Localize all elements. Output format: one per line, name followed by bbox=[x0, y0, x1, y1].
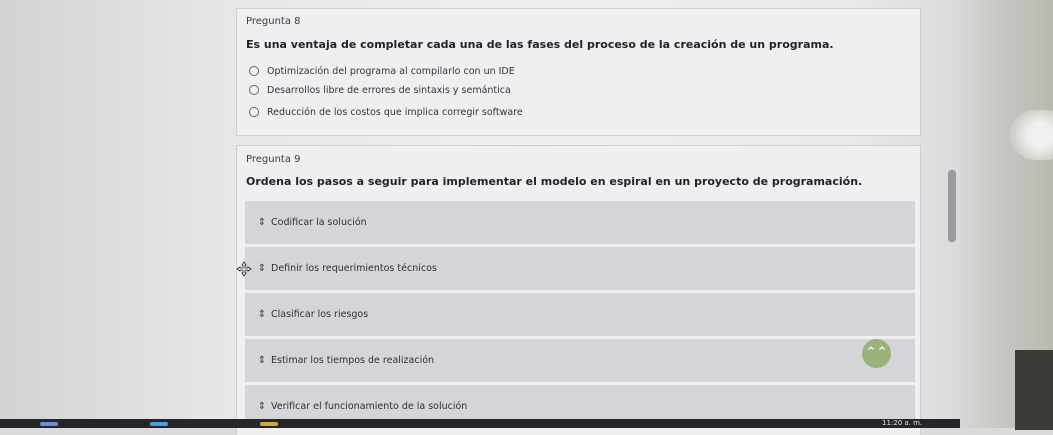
ordering-item[interactable]: ⇕ Codificar la solución bbox=[245, 201, 915, 244]
ordering-item-label: Estimar los tiempos de realización bbox=[271, 355, 435, 366]
option-1[interactable]: Optimización del programa al compilarlo … bbox=[249, 63, 515, 79]
question-number: Pregunta 8 bbox=[246, 16, 301, 27]
updown-arrows-icon: ⇕ bbox=[257, 263, 267, 274]
background-object-dark bbox=[1015, 350, 1053, 430]
radio-button[interactable] bbox=[249, 107, 259, 117]
updown-arrows-icon: ⇕ bbox=[257, 309, 267, 320]
scrollbar-thumb[interactable] bbox=[948, 170, 956, 242]
question-9-card: Pregunta 9 Ordena los pasos a seguir par… bbox=[236, 145, 921, 435]
question-text: Ordena los pasos a seguir para implement… bbox=[246, 175, 863, 188]
option-3[interactable]: Reducción de los costos que implica corr… bbox=[249, 104, 523, 120]
radio-button[interactable] bbox=[249, 85, 259, 95]
taskbar: 11:20 a. m. bbox=[0, 419, 960, 428]
updown-arrows-icon: ⇕ bbox=[257, 355, 267, 366]
move-cursor-icon bbox=[236, 261, 252, 277]
background-object bbox=[1010, 110, 1053, 160]
option-label: Optimización del programa al compilarlo … bbox=[267, 65, 515, 77]
taskbar-app-icon[interactable] bbox=[40, 422, 58, 426]
option-label: Desarrollos libre de errores de sintaxis… bbox=[267, 84, 511, 96]
ordering-item[interactable]: ⇕ Estimar los tiempos de realización bbox=[245, 339, 915, 382]
radio-button[interactable] bbox=[249, 66, 259, 76]
option-label: Reducción de los costos que implica corr… bbox=[267, 106, 523, 118]
taskbar-app-icon[interactable] bbox=[150, 422, 168, 426]
taskbar-app-icon[interactable] bbox=[260, 422, 278, 426]
question-text: Es una ventaja de completar cada una de … bbox=[246, 38, 834, 51]
ordering-item[interactable]: ⇕ Definir los requerimientos técnicos bbox=[236, 247, 915, 290]
double-chevron-up-icon: ⌃⌃ bbox=[865, 345, 888, 360]
ordering-item[interactable]: ⇕ Clasificar los riesgos bbox=[245, 293, 915, 336]
question-number: Pregunta 9 bbox=[246, 154, 301, 165]
ordering-item-label: Verificar el funcionamiento de la soluci… bbox=[271, 401, 468, 412]
taskbar-clock[interactable]: 11:20 a. m. bbox=[882, 419, 922, 428]
ordering-item-label: Codificar la solución bbox=[271, 217, 367, 228]
scroll-to-top-button[interactable]: ⌃⌃ bbox=[862, 339, 891, 368]
monitor-edge bbox=[960, 0, 1053, 430]
question-8-card: Pregunta 8 Es una ventaja de completar c… bbox=[236, 8, 921, 136]
updown-arrows-icon: ⇕ bbox=[257, 217, 267, 228]
ordering-item-label: Clasificar los riesgos bbox=[271, 309, 369, 320]
option-2[interactable]: Desarrollos libre de errores de sintaxis… bbox=[249, 82, 511, 98]
updown-arrows-icon: ⇕ bbox=[257, 401, 267, 412]
ordering-item-label: Definir los requerimientos técnicos bbox=[271, 263, 437, 274]
